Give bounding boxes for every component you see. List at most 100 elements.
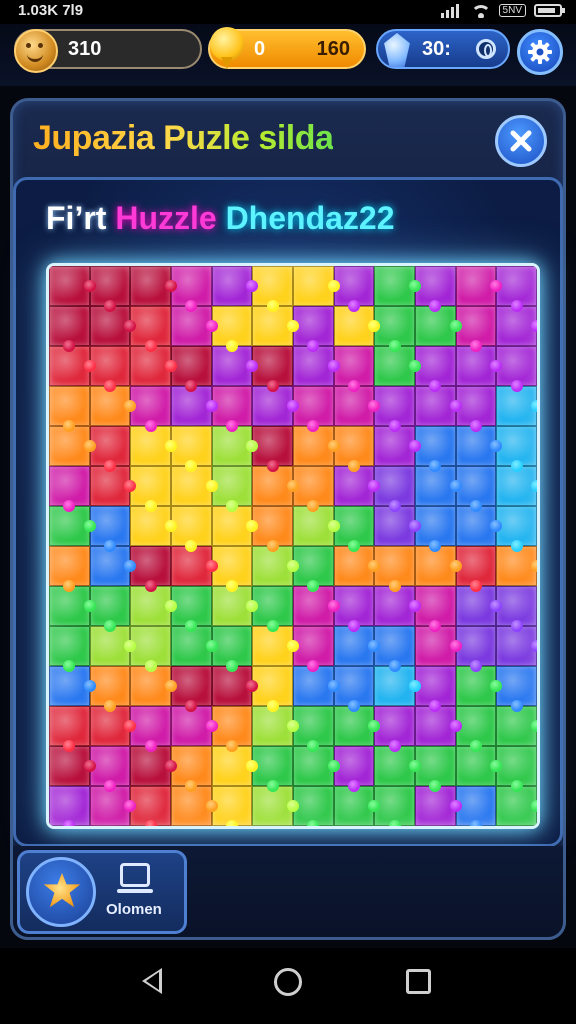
puzzle-piece[interactable]: [374, 586, 415, 626]
puzzle-piece[interactable]: [252, 346, 293, 386]
puzzle-piece[interactable]: [374, 386, 415, 426]
puzzle-piece[interactable]: [49, 546, 90, 586]
puzzle-piece[interactable]: [49, 586, 90, 626]
puzzle-piece[interactable]: [333, 746, 375, 786]
puzzle-piece[interactable]: [374, 746, 415, 786]
puzzle-piece[interactable]: [89, 786, 131, 826]
puzzle-piece[interactable]: [171, 626, 212, 666]
puzzle-piece[interactable]: [415, 306, 456, 346]
puzzle-piece[interactable]: [49, 506, 90, 546]
puzzle-piece[interactable]: [496, 626, 537, 666]
puzzle-piece[interactable]: [89, 546, 131, 586]
puzzle-piece[interactable]: [89, 386, 131, 426]
puzzle-piece[interactable]: [49, 666, 90, 706]
puzzle-piece[interactable]: [171, 586, 212, 626]
puzzle-piece[interactable]: [293, 546, 334, 586]
puzzle-piece[interactable]: [415, 546, 456, 586]
puzzle-piece[interactable]: [171, 546, 212, 586]
puzzle-piece[interactable]: [496, 586, 537, 626]
puzzle-piece[interactable]: [333, 346, 375, 386]
recents-icon[interactable]: [406, 969, 431, 994]
puzzle-piece[interactable]: [252, 506, 293, 546]
puzzle-piece[interactable]: [496, 426, 537, 466]
monitor-icon[interactable]: [117, 863, 153, 893]
puzzle-piece[interactable]: [171, 706, 212, 746]
puzzle-piece[interactable]: [333, 506, 375, 546]
puzzle-piece[interactable]: [171, 466, 212, 506]
puzzle-piece[interactable]: [89, 746, 131, 786]
puzzle-piece[interactable]: [415, 786, 456, 826]
puzzle-piece[interactable]: [415, 506, 456, 546]
puzzle-piece[interactable]: [455, 746, 497, 786]
puzzle-piece[interactable]: [49, 346, 90, 386]
puzzle-piece[interactable]: [211, 626, 253, 666]
puzzle-piece[interactable]: [49, 266, 90, 306]
puzzle-piece[interactable]: [415, 346, 456, 386]
puzzle-piece[interactable]: [496, 266, 537, 306]
puzzle-piece[interactable]: [49, 306, 90, 346]
puzzle-piece[interactable]: [130, 586, 171, 626]
puzzle-piece[interactable]: [49, 466, 90, 506]
puzzle-piece[interactable]: [333, 706, 375, 746]
puzzle-piece[interactable]: [496, 466, 537, 506]
puzzle-piece[interactable]: [252, 746, 293, 786]
puzzle-piece[interactable]: [252, 586, 293, 626]
puzzle-piece[interactable]: [374, 466, 415, 506]
puzzle-piece[interactable]: [252, 706, 293, 746]
puzzle-piece[interactable]: [293, 466, 334, 506]
puzzle-piece[interactable]: [496, 506, 537, 546]
puzzle-piece[interactable]: [415, 586, 456, 626]
puzzle-piece[interactable]: [89, 466, 131, 506]
puzzle-piece[interactable]: [455, 506, 497, 546]
puzzle-piece[interactable]: [374, 266, 415, 306]
puzzle-piece[interactable]: [415, 746, 456, 786]
puzzle-piece[interactable]: [333, 386, 375, 426]
puzzle-piece[interactable]: [455, 386, 497, 426]
puzzle-piece[interactable]: [130, 546, 171, 586]
puzzle-piece[interactable]: [252, 266, 293, 306]
hint-button[interactable]: [26, 857, 96, 927]
puzzle-piece[interactable]: [455, 626, 497, 666]
puzzle-piece[interactable]: [293, 666, 334, 706]
puzzle-piece[interactable]: [333, 426, 375, 466]
puzzle-piece[interactable]: [130, 786, 171, 826]
puzzle-piece[interactable]: [211, 386, 253, 426]
puzzle-piece[interactable]: [49, 426, 90, 466]
puzzle-piece[interactable]: [171, 506, 212, 546]
settings-button[interactable]: [517, 29, 563, 75]
puzzle-piece[interactable]: [171, 666, 212, 706]
puzzle-piece[interactable]: [333, 266, 375, 306]
puzzle-piece[interactable]: [496, 666, 537, 706]
puzzle-piece[interactable]: [415, 666, 456, 706]
puzzle-piece[interactable]: [496, 786, 537, 826]
puzzle-piece[interactable]: [415, 386, 456, 426]
puzzle-piece[interactable]: [333, 786, 375, 826]
puzzle-piece[interactable]: [171, 786, 212, 826]
puzzle-piece[interactable]: [293, 626, 334, 666]
puzzle-board[interactable]: [49, 266, 537, 826]
puzzle-piece[interactable]: [171, 746, 212, 786]
puzzle-piece[interactable]: [374, 666, 415, 706]
puzzle-piece[interactable]: [293, 426, 334, 466]
puzzle-piece[interactable]: [211, 506, 253, 546]
puzzle-piece[interactable]: [455, 266, 497, 306]
puzzle-piece[interactable]: [293, 786, 334, 826]
puzzle-piece[interactable]: [455, 346, 497, 386]
puzzle-piece[interactable]: [374, 786, 415, 826]
puzzle-piece[interactable]: [293, 306, 334, 346]
puzzle-piece[interactable]: [130, 426, 171, 466]
puzzle-piece[interactable]: [374, 346, 415, 386]
puzzle-piece[interactable]: [455, 586, 497, 626]
puzzle-piece[interactable]: [415, 626, 456, 666]
puzzle-piece[interactable]: [130, 346, 171, 386]
puzzle-piece[interactable]: [455, 786, 497, 826]
puzzle-piece[interactable]: [89, 626, 131, 666]
puzzle-piece[interactable]: [374, 706, 415, 746]
puzzle-piece[interactable]: [211, 746, 253, 786]
puzzle-piece[interactable]: [49, 706, 90, 746]
puzzle-piece[interactable]: [252, 666, 293, 706]
puzzle-piece[interactable]: [293, 706, 334, 746]
puzzle-piece[interactable]: [293, 506, 334, 546]
puzzle-piece[interactable]: [89, 426, 131, 466]
quit-label[interactable]: Olomen: [106, 901, 162, 918]
